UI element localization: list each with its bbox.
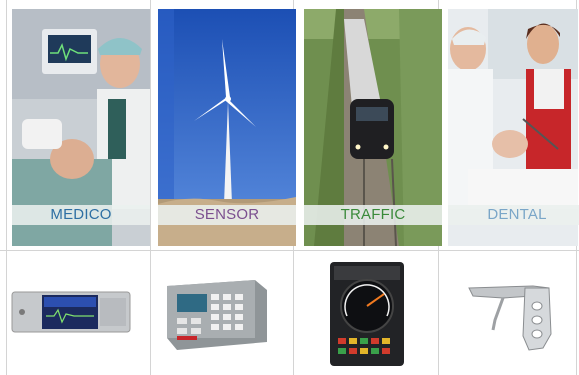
grid-divider	[6, 0, 7, 375]
sensor-control-panel-device[interactable]	[155, 254, 295, 368]
category-grid: MEDICO SENSOR TRAFFIC DENTAL	[0, 0, 579, 375]
medical-monitor-device[interactable]	[8, 254, 148, 368]
traffic-display-device[interactable]	[300, 254, 440, 368]
dental-handpiece-icon	[468, 285, 552, 351]
medico-label: MEDICO	[12, 205, 150, 225]
grid-divider	[150, 0, 151, 375]
dental-label: DENTAL	[448, 205, 579, 225]
dental-tile[interactable]: DENTAL	[448, 9, 579, 246]
traffic-tile[interactable]: TRAFFIC	[304, 9, 442, 246]
monitor-device-icon	[11, 291, 131, 333]
traffic-display-icon	[330, 262, 404, 366]
sensor-tile[interactable]: SENSOR	[158, 9, 296, 246]
control-panel-icon	[167, 280, 267, 350]
sensor-label: SENSOR	[158, 205, 296, 225]
medico-tile[interactable]: MEDICO	[12, 9, 150, 246]
dental-handpiece-device[interactable]	[445, 254, 579, 368]
traffic-label: TRAFFIC	[304, 205, 442, 225]
grid-divider	[0, 250, 579, 251]
